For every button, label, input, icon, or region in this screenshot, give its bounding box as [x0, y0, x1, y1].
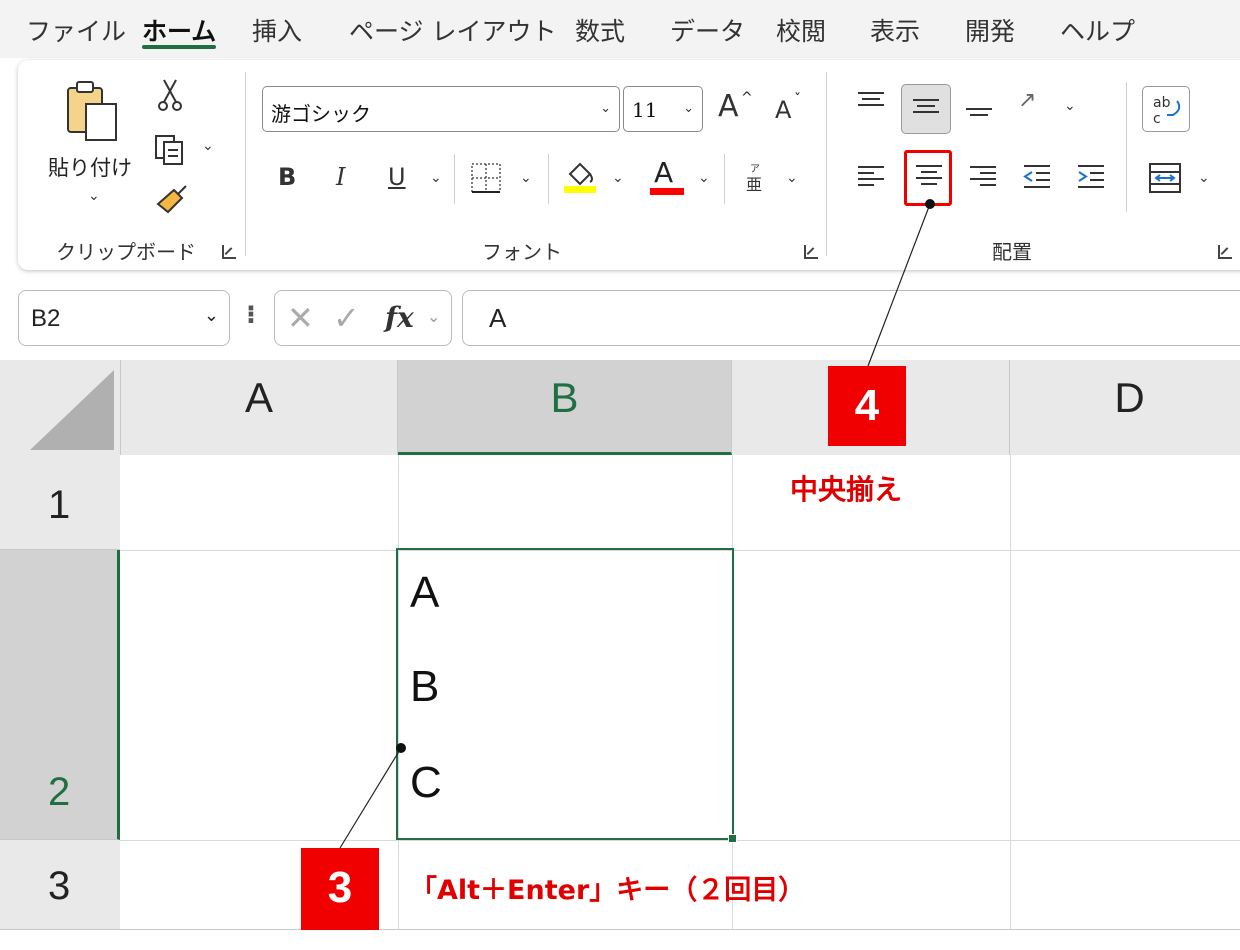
step-3-label: 「Alt＋Enter」キー（２回目）	[410, 875, 806, 906]
callout-lines	[339, 199, 935, 849]
step-3-badge: 3	[301, 848, 379, 930]
step-4-badge: 4	[828, 366, 906, 446]
step-4-label: 中央揃え	[790, 473, 903, 506]
